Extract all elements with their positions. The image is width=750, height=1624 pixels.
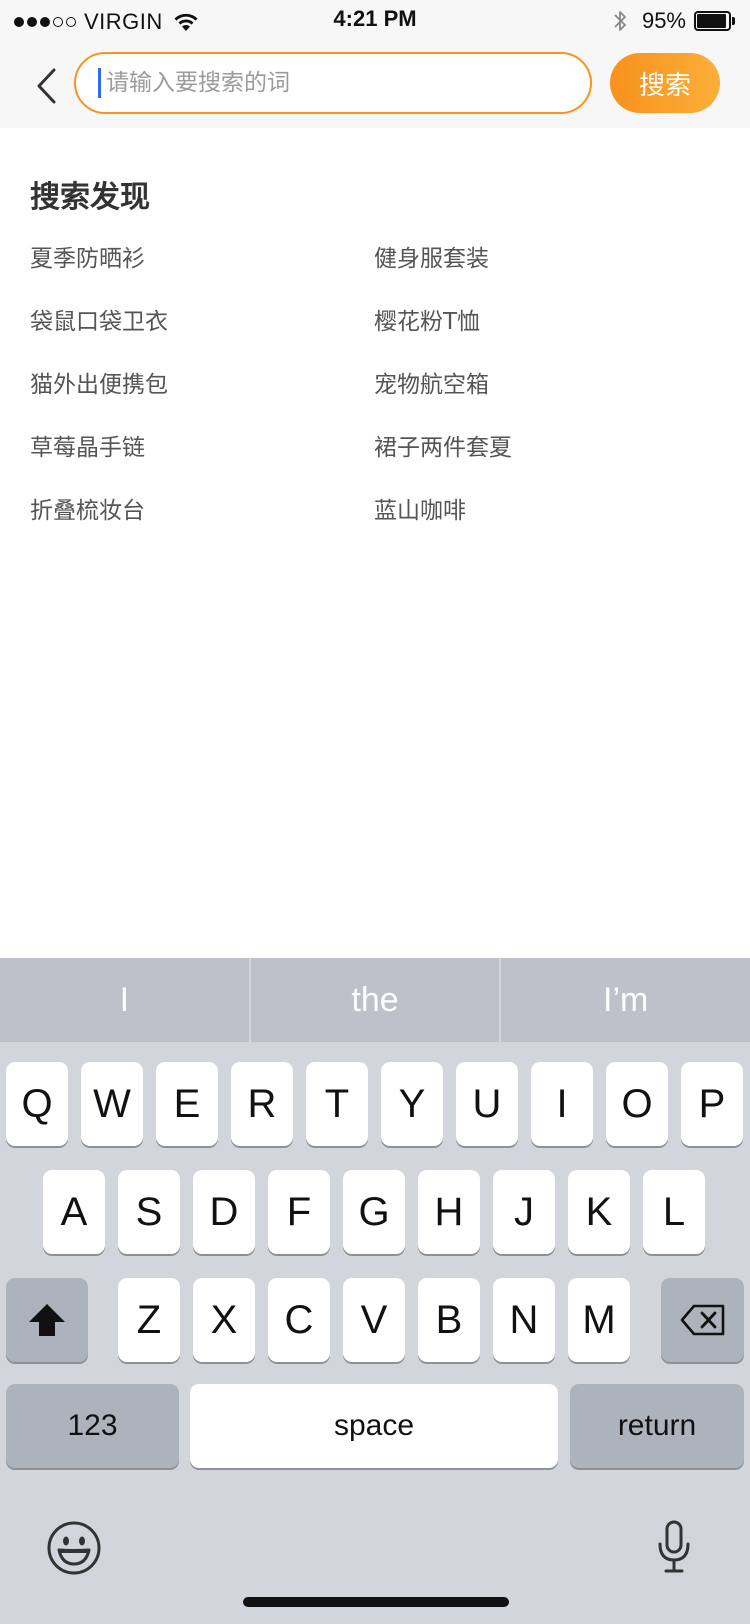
return-key[interactable]: return xyxy=(570,1384,744,1468)
discover-item[interactable]: 裙子两件套夏 xyxy=(374,433,718,496)
backspace-icon xyxy=(680,1304,724,1336)
search-box[interactable] xyxy=(74,52,592,114)
discover-item[interactable]: 健身服套装 xyxy=(374,244,718,307)
chevron-left-icon xyxy=(37,68,56,104)
discover-item[interactable]: 草莓晶手链 xyxy=(30,433,374,496)
back-button[interactable] xyxy=(26,62,66,110)
key-l[interactable]: L xyxy=(643,1170,705,1254)
key-s[interactable]: S xyxy=(118,1170,180,1254)
home-indicator[interactable] xyxy=(243,1597,509,1607)
shift-key[interactable] xyxy=(6,1278,88,1362)
key-x[interactable]: X xyxy=(193,1278,255,1362)
key-k[interactable]: K xyxy=(568,1170,630,1254)
key-t[interactable]: T xyxy=(306,1062,368,1146)
key-o[interactable]: O xyxy=(606,1062,668,1146)
key-r[interactable]: R xyxy=(231,1062,293,1146)
discover-item[interactable]: 宠物航空箱 xyxy=(374,370,718,433)
key-e[interactable]: E xyxy=(156,1062,218,1146)
suggestion-3[interactable]: I’m xyxy=(501,958,750,1042)
key-g[interactable]: G xyxy=(343,1170,405,1254)
discover-item[interactable]: 袋鼠口袋卫衣 xyxy=(30,307,374,370)
key-p[interactable]: P xyxy=(681,1062,743,1146)
suggestion-1[interactable]: I xyxy=(0,958,249,1042)
discover-item[interactable]: 樱花粉T恤 xyxy=(374,307,718,370)
suggestion-2[interactable]: the xyxy=(251,958,500,1042)
delete-key[interactable] xyxy=(661,1278,744,1362)
status-right: 95% xyxy=(612,6,736,36)
search-button[interactable]: 搜索 xyxy=(610,53,720,113)
key-u[interactable]: U xyxy=(456,1062,518,1146)
key-f[interactable]: F xyxy=(268,1170,330,1254)
discover-list: 夏季防晒衫 健身服套装 袋鼠口袋卫衣 樱花粉T恤 猫外出便携包 宠物航空箱 草莓… xyxy=(30,244,730,559)
numbers-key[interactable]: 123 xyxy=(6,1384,179,1468)
discover-item[interactable]: 折叠梳妆台 xyxy=(30,496,374,559)
key-j[interactable]: J xyxy=(493,1170,555,1254)
key-b[interactable]: B xyxy=(418,1278,480,1362)
discover-item[interactable]: 夏季防晒衫 xyxy=(30,244,374,307)
key-z[interactable]: Z xyxy=(118,1278,180,1362)
emoji-icon[interactable] xyxy=(46,1520,102,1576)
key-y[interactable]: Y xyxy=(381,1062,443,1146)
search-header: 搜索 xyxy=(0,44,750,128)
discover-item[interactable]: 蓝山咖啡 xyxy=(374,496,718,559)
battery-percentage: 95% xyxy=(641,8,686,33)
microphone-icon[interactable] xyxy=(656,1520,692,1574)
key-v[interactable]: V xyxy=(343,1278,405,1362)
predictive-bar: I the I’m xyxy=(0,958,750,1042)
key-d[interactable]: D xyxy=(193,1170,255,1254)
search-input[interactable] xyxy=(104,69,590,97)
space-key[interactable]: space xyxy=(190,1384,558,1468)
status-bar: VIRGIN 4:21 PM 95% xyxy=(0,0,750,44)
key-n[interactable]: N xyxy=(493,1278,555,1362)
key-m[interactable]: M xyxy=(568,1278,630,1362)
keyboard: I the I’m Q W E R T Y U I O P A S D F G … xyxy=(0,958,750,1624)
shift-icon xyxy=(29,1304,65,1336)
discover-title: 搜索发现 xyxy=(30,180,150,215)
text-cursor xyxy=(98,68,101,98)
key-q[interactable]: Q xyxy=(6,1062,68,1146)
key-a[interactable]: A xyxy=(43,1170,105,1254)
bluetooth-icon xyxy=(614,11,626,31)
key-h[interactable]: H xyxy=(418,1170,480,1254)
discover-item[interactable]: 猫外出便携包 xyxy=(30,370,374,433)
key-i[interactable]: I xyxy=(531,1062,593,1146)
battery-icon xyxy=(694,11,736,31)
key-c[interactable]: C xyxy=(268,1278,330,1362)
key-w[interactable]: W xyxy=(81,1062,143,1146)
